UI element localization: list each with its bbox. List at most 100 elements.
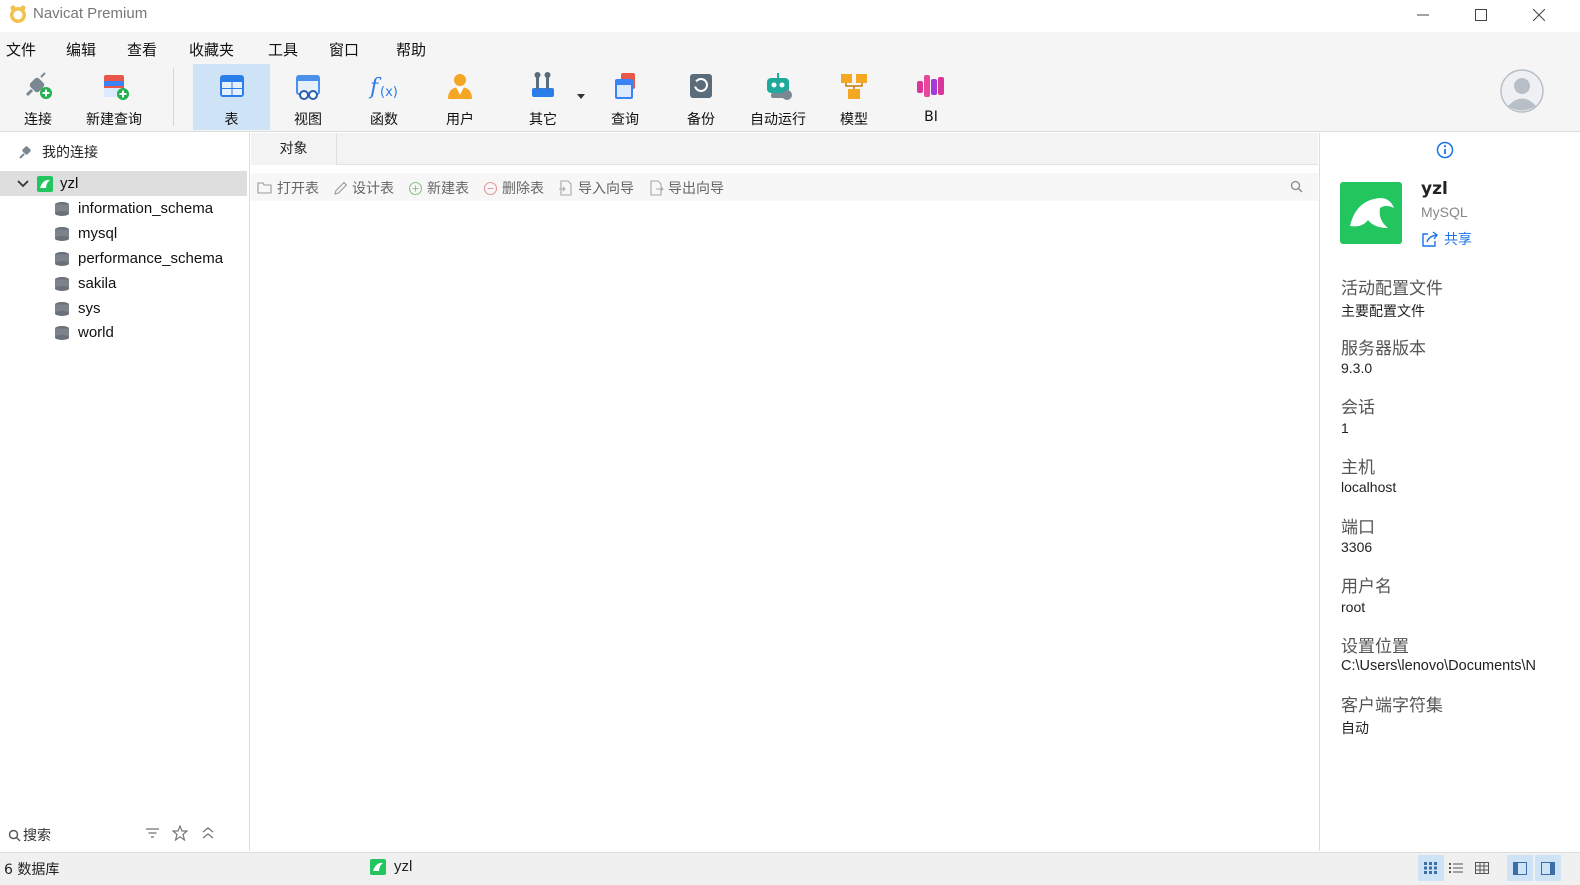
share-link[interactable]: 共享 <box>1421 229 1472 249</box>
toggle-sidebar-button[interactable] <box>1507 855 1533 881</box>
menu-file[interactable]: 文件 <box>6 39 36 60</box>
import-icon <box>559 180 572 196</box>
menu-favorites[interactable]: 收藏夹 <box>189 39 234 60</box>
bi-icon <box>917 75 944 97</box>
other-dropdown-icon[interactable] <box>577 94 585 100</box>
query-label: 查询 <box>611 112 639 128</box>
user-button[interactable]: 用户 <box>424 64 496 130</box>
open-table-button[interactable]: 打开表 <box>257 178 319 198</box>
prop-value: 自动 <box>1341 720 1369 736</box>
close-button[interactable] <box>1510 0 1568 30</box>
bi-button[interactable]: BI <box>895 64 967 130</box>
main-content: 对象 打开表 设计表 新建表 删除表 导入向导 导出向导 <box>251 133 1318 851</box>
prop-value: 3306 <box>1341 539 1373 555</box>
database-icon <box>55 325 69 340</box>
tab-objects[interactable]: 对象 <box>251 133 337 165</box>
menu-window[interactable]: 窗口 <box>329 39 359 60</box>
connect-button[interactable]: 连接 <box>2 64 74 130</box>
table-label: 表 <box>224 112 239 128</box>
automation-label: 自动运行 <box>750 112 806 128</box>
prop-label: 服务器版本 <box>1341 339 1426 359</box>
database-name: sys <box>78 300 101 317</box>
view-button[interactable]: 视图 <box>272 64 344 130</box>
navicat-logo-icon <box>10 5 26 23</box>
maximize-button[interactable] <box>1452 0 1510 30</box>
close-icon <box>1533 9 1545 21</box>
svg-text:(x): (x) <box>380 85 398 100</box>
database-name: information_schema <box>78 200 214 217</box>
collapse-icon[interactable] <box>201 826 215 840</box>
function-label: 函数 <box>370 112 398 128</box>
database-item[interactable]: sys <box>0 296 247 321</box>
right-panel-icon <box>1541 861 1555 875</box>
automation-button[interactable]: 自动运行 <box>741 64 815 130</box>
list-view-button[interactable] <box>1443 855 1469 881</box>
menu-help[interactable]: 帮助 <box>396 39 426 60</box>
grid-view-button[interactable] <box>1418 855 1444 881</box>
chevron-down-icon[interactable] <box>17 178 29 190</box>
account-avatar-icon[interactable] <box>1500 69 1544 113</box>
info-icon[interactable] <box>1436 141 1454 159</box>
export-icon <box>650 180 664 196</box>
sidebar-search-input[interactable]: 搜索 <box>8 825 51 845</box>
mysql-connection-icon <box>370 858 386 875</box>
function-button[interactable]: f (x) 函数 <box>348 64 420 130</box>
new-query-icon <box>104 75 129 100</box>
grid-view-icon <box>1424 862 1437 874</box>
query-icon <box>615 73 635 99</box>
search-placeholder: 搜索 <box>23 828 51 844</box>
query-button[interactable]: 查询 <box>589 64 661 130</box>
import-wizard-button[interactable]: 导入向导 <box>558 178 634 198</box>
minimize-button[interactable] <box>1394 0 1452 30</box>
folder-open-icon <box>257 182 272 194</box>
view-icon <box>296 75 320 100</box>
detail-view-button[interactable] <box>1469 855 1495 881</box>
new-table-button[interactable]: 新建表 <box>408 178 469 198</box>
database-item[interactable]: performance_schema <box>0 246 247 271</box>
filter-icon[interactable] <box>145 827 160 839</box>
database-item[interactable]: mysql <box>0 221 247 246</box>
my-connections-header: 我的连接 <box>18 142 98 162</box>
mysql-logo-icon <box>1340 182 1402 244</box>
window-title: Navicat Premium <box>33 5 148 22</box>
export-wizard-label: 导出向导 <box>668 181 724 197</box>
bi-label: BI <box>924 109 938 125</box>
menu-view[interactable]: 查看 <box>127 39 157 60</box>
search-icon <box>8 829 21 841</box>
table-icon <box>219 75 244 97</box>
prop-value: 1 <box>1341 420 1349 436</box>
status-connection: yzl <box>370 858 412 875</box>
prop-value: 主要配置文件 <box>1341 303 1425 319</box>
user-icon <box>448 74 472 99</box>
export-wizard-button[interactable]: 导出向导 <box>648 178 724 198</box>
database-item[interactable]: sakila <box>0 271 247 296</box>
toggle-info-panel-button[interactable] <box>1535 855 1561 881</box>
menu-edit[interactable]: 编辑 <box>66 39 96 60</box>
database-item[interactable]: world <box>0 320 247 345</box>
backup-button[interactable]: 备份 <box>665 64 737 130</box>
detail-view-icon <box>1475 862 1489 874</box>
star-icon[interactable] <box>172 825 188 841</box>
minimize-icon <box>1417 14 1429 16</box>
connection-item-yzl[interactable]: yzl <box>0 171 247 196</box>
other-button[interactable]: 其它 <box>507 64 579 130</box>
robot-icon <box>767 73 792 100</box>
model-icon <box>841 74 867 99</box>
database-name: performance_schema <box>78 250 224 267</box>
model-button[interactable]: 模型 <box>818 64 890 130</box>
toolbar: 连接 新建查询 表 视图 f (x) 函数 用户 其它 查询 备份 自动运行 模… <box>0 62 1580 132</box>
list-view-icon <box>1449 863 1463 873</box>
database-item[interactable]: information_schema <box>0 196 247 221</box>
backup-label: 备份 <box>687 112 715 128</box>
search-icon[interactable] <box>1290 180 1303 193</box>
design-table-button[interactable]: 设计表 <box>333 178 394 198</box>
status-bar: 6 数据库 yzl <box>0 852 1580 885</box>
database-count: 6 数据库 <box>4 862 60 878</box>
delete-table-button[interactable]: 删除表 <box>483 178 544 198</box>
menu-tools[interactable]: 工具 <box>268 39 298 60</box>
plug-icon <box>25 72 52 99</box>
prop-value: localhost <box>1341 479 1397 495</box>
table-button[interactable]: 表 <box>193 64 270 130</box>
new-table-label: 新建表 <box>427 181 469 197</box>
new-query-button[interactable]: 新建查询 <box>78 64 150 130</box>
